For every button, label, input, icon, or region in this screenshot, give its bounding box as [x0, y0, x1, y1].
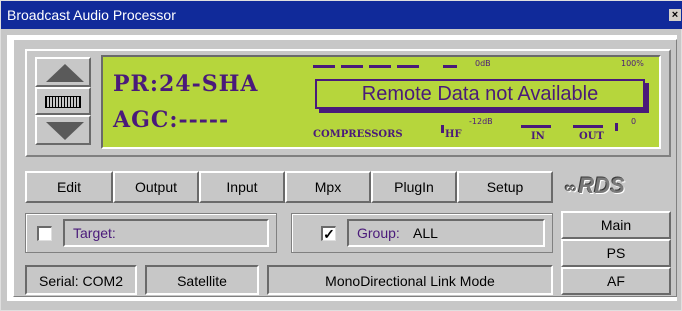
source-status: Satellite: [145, 265, 259, 295]
meter-segment: [397, 65, 419, 68]
preset-select-button[interactable]: [35, 87, 91, 115]
main-button[interactable]: Main: [561, 211, 671, 239]
status-bar: Serial: COM2 Satellite MonoDirectional L…: [25, 265, 553, 295]
meter-segment: [341, 65, 363, 68]
lcd-display: PR:24-SHA AGC:----- 0dB 100% Remote Data…: [101, 55, 661, 149]
scale-0: 0: [631, 117, 637, 126]
meter-segment: [615, 123, 618, 131]
grip-icon: [45, 96, 81, 108]
arrow-up-icon: [46, 64, 84, 82]
target-field[interactable]: Target:: [63, 219, 269, 247]
label-out: OUT: [579, 131, 604, 142]
title-bar[interactable]: Broadcast Audio Processor ×: [1, 1, 682, 29]
group-field[interactable]: Group: ALL: [347, 219, 545, 247]
edit-button[interactable]: Edit: [25, 171, 113, 203]
meter-segment: [313, 65, 335, 68]
toolbar: Edit Output Input Mpx PlugIn Setup: [25, 171, 553, 203]
remote-status: Remote Data not Available: [315, 79, 645, 109]
scale-0db: 0dB: [475, 59, 491, 68]
target-label: Target:: [73, 225, 116, 241]
preset-up-button[interactable]: [35, 57, 91, 87]
rds-mark-icon: ∞: [565, 180, 576, 197]
target-checkbox[interactable]: [37, 226, 52, 241]
meter-segment: [441, 125, 444, 133]
group-label: Group:: [357, 225, 400, 241]
rds-buttons: Main PS AF: [561, 211, 671, 295]
app-window: Broadcast Audio Processor × PR:24-SHA AG…: [0, 0, 682, 311]
label-hf: HF: [445, 129, 462, 140]
output-button[interactable]: Output: [113, 171, 199, 203]
target-group-row: Target: ✓ Group: ALL: [25, 213, 553, 253]
af-button[interactable]: AF: [561, 267, 671, 295]
meter-segment: [369, 65, 391, 68]
setup-button[interactable]: Setup: [457, 171, 553, 203]
meter-segment: [443, 65, 457, 68]
agc-readout: AGC:-----: [113, 107, 230, 133]
close-icon[interactable]: ×: [669, 9, 681, 21]
rds-logo: ∞ RDS: [565, 173, 669, 201]
scale-100: 100%: [621, 59, 644, 68]
plugin-button[interactable]: PlugIn: [371, 171, 457, 203]
window-title: Broadcast Audio Processor: [7, 7, 176, 23]
serial-status: Serial: COM2: [25, 265, 137, 295]
input-button[interactable]: Input: [199, 171, 285, 203]
label-in: IN: [531, 131, 545, 142]
link-mode-status: MonoDirectional Link Mode: [267, 265, 553, 295]
preset-nav: [35, 57, 93, 145]
meter-segment: [521, 125, 551, 128]
group-checkbox[interactable]: ✓: [321, 226, 336, 241]
group-value: ALL: [413, 225, 438, 241]
label-compressors: COMPRESSORS: [313, 129, 403, 140]
arrow-down-icon: [46, 122, 84, 140]
ps-button[interactable]: PS: [561, 239, 671, 267]
meter-segment: [573, 125, 603, 128]
preset-readout: PR:24-SHA: [113, 71, 259, 97]
preset-down-button[interactable]: [35, 115, 91, 145]
scale-minus12: -12dB: [469, 117, 493, 126]
rds-logo-text: RDS: [578, 173, 625, 198]
mpx-button[interactable]: Mpx: [285, 171, 371, 203]
